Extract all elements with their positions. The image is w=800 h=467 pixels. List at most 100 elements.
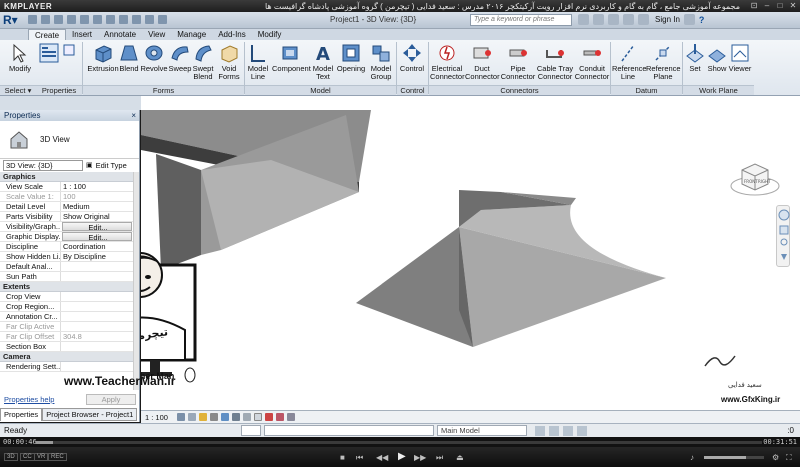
forward-icon[interactable]: ▶▶ (414, 453, 426, 462)
select-pinned-icon[interactable] (563, 425, 573, 436)
fullscreen-icon[interactable]: ⛶ (786, 453, 792, 463)
editable-only-icon[interactable] (535, 425, 545, 436)
badge-rec[interactable]: REC (48, 453, 67, 461)
measure-icon[interactable] (93, 15, 102, 24)
minimize-icon[interactable]: – (762, 1, 772, 10)
prop-row[interactable]: Detail Level Medium (0, 202, 134, 212)
pipe-connector-button[interactable]: Pipe Connector (500, 42, 536, 81)
view-type-dropdown[interactable]: 3D View: {3D} (3, 159, 83, 171)
badge-cc[interactable]: CC (20, 453, 35, 461)
redo-icon[interactable] (67, 15, 76, 24)
sign-in-button[interactable]: Sign In (655, 15, 680, 24)
shadows-icon[interactable] (209, 413, 218, 421)
prop-row[interactable]: View Scale 1 : 100 (0, 182, 134, 192)
undo-icon[interactable] (54, 15, 63, 24)
crop-view-icon[interactable] (231, 413, 240, 421)
text-icon[interactable] (106, 15, 115, 24)
prop-row[interactable]: Rendering Sett... (0, 362, 134, 372)
revolve-button[interactable]: Revolve (140, 42, 168, 73)
zoom-icon[interactable] (780, 238, 788, 246)
open-icon[interactable] (28, 15, 37, 24)
model-text-button[interactable]: A Model Text (310, 42, 336, 81)
save-icon[interactable] (41, 15, 50, 24)
crop-view-checkbox[interactable] (60, 292, 134, 301)
model-group-button[interactable]: Model Group (368, 42, 394, 81)
electrical-connector-button[interactable]: Electrical Connector (430, 42, 465, 81)
edit-type-icon[interactable]: ▣ (86, 161, 93, 169)
prop-row[interactable]: Graphic Display... Edit... (0, 232, 134, 242)
group-extents[interactable]: Extents (0, 282, 134, 292)
reference-line-button[interactable]: Reference Line (612, 42, 647, 81)
annotation-crop-checkbox[interactable] (60, 312, 134, 321)
conduit-connector-button[interactable]: Conduit Connector (574, 42, 610, 81)
badge-vr[interactable]: VR (34, 453, 49, 461)
tab-insert[interactable]: Insert (66, 29, 98, 40)
view-scale[interactable]: 1 : 100 (145, 413, 168, 422)
viewcube[interactable]: FRONT RIGHT (728, 150, 782, 204)
help-icon[interactable]: ? (699, 15, 705, 25)
stop-icon[interactable]: ■ (340, 453, 345, 462)
communication-icon[interactable] (608, 14, 619, 25)
cable-tray-connector-button[interactable]: Cable Tray Connector (536, 42, 574, 81)
workset-icon[interactable] (241, 425, 261, 436)
volume-slider[interactable] (704, 456, 764, 459)
prop-value[interactable]: Coordination (60, 242, 134, 251)
tab-project-browser[interactable]: Project Browser - Project1 (42, 408, 138, 421)
previous-icon[interactable]: ⏮ (356, 453, 363, 463)
section-box-checkbox[interactable] (60, 342, 134, 351)
viewer-button[interactable]: Viewer (728, 42, 752, 73)
tab-manage[interactable]: Manage (171, 29, 212, 40)
model-line-button[interactable]: Model Line (246, 42, 270, 81)
seek-bar[interactable] (36, 441, 762, 444)
modify-button[interactable]: Modify (6, 42, 34, 73)
prop-row[interactable]: Parts Visibility Show Original (0, 212, 134, 222)
select-faces-icon[interactable] (577, 425, 587, 436)
tab-annotate[interactable]: Annotate (98, 29, 142, 40)
visual-style-icon[interactable] (187, 413, 196, 421)
tab-view[interactable]: View (142, 29, 171, 40)
set-workplane-button[interactable]: Set (684, 42, 706, 73)
component-button[interactable]: Component (272, 42, 311, 73)
group-graphics[interactable]: Graphics (0, 172, 134, 182)
swept-blend-button[interactable]: Swept Blend (191, 42, 215, 81)
prop-row[interactable]: Show Hidden Li... By Discipline (0, 252, 134, 262)
pan-icon[interactable] (779, 225, 789, 235)
properties-button[interactable] (38, 42, 60, 65)
void-forms-button[interactable]: Void Forms (217, 42, 241, 81)
binoculars-icon[interactable] (578, 14, 589, 25)
search-input[interactable]: Type a keyword or phrase (470, 14, 572, 26)
eject-icon[interactable]: ⏏ (456, 453, 464, 462)
settings-icon[interactable]: ⚙ (772, 453, 779, 462)
prop-value[interactable]: 1 : 100 (60, 182, 134, 191)
prop-value[interactable]: Medium (60, 202, 134, 211)
prop-row[interactable]: Visibility/Graph... Edit... (0, 222, 134, 232)
tab-properties[interactable]: Properties (0, 408, 43, 421)
filter-count[interactable]: :0 (787, 426, 794, 435)
play-icon[interactable]: ▶ (398, 451, 406, 462)
steering-wheel-icon[interactable] (778, 209, 790, 221)
switch-windows-icon[interactable] (158, 15, 167, 24)
tab-modify[interactable]: Modify (252, 29, 288, 40)
prop-row[interactable]: Section Box (0, 342, 134, 352)
analytical-model-icon[interactable] (286, 413, 295, 421)
orbit-icon[interactable] (781, 254, 787, 260)
properties-help-link[interactable]: Properties help (4, 395, 54, 404)
sun-path-icon[interactable] (198, 413, 207, 421)
reveal-hidden-icon[interactable] (275, 413, 284, 421)
maximize-icon[interactable]: □ (775, 1, 785, 10)
print-icon[interactable] (80, 15, 89, 24)
duct-connector-button[interactable]: Duct Connector (465, 42, 500, 81)
properties-scrollbar[interactable] (133, 172, 139, 390)
prop-value[interactable]: By Discipline (60, 252, 134, 261)
subscription-icon[interactable] (593, 14, 604, 25)
close-icon[interactable]: ✕ (788, 1, 798, 10)
volume-icon[interactable]: ♪ (690, 453, 694, 462)
visibility-edit-button[interactable]: Edit... (62, 222, 132, 231)
temporary-hide-icon[interactable] (264, 413, 273, 421)
reference-plane-button[interactable]: Reference Plane (646, 42, 681, 81)
group-camera[interactable]: Camera (0, 352, 134, 362)
prop-row[interactable]: Default Anal... (0, 262, 134, 272)
prop-value[interactable] (60, 272, 134, 281)
control-button[interactable]: Control (398, 42, 426, 73)
prop-value[interactable] (60, 362, 134, 371)
